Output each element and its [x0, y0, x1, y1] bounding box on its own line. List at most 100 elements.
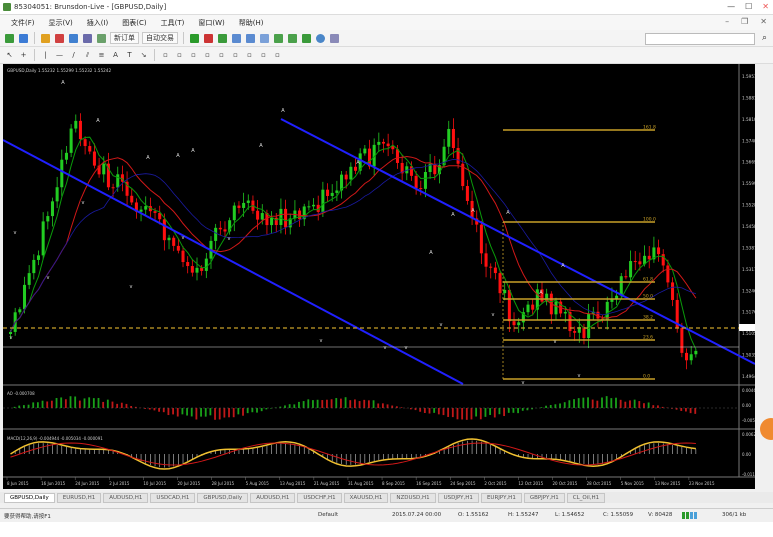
chart-tab[interactable]: EURUSD,H1 — [56, 492, 102, 503]
ao-histogram-bar — [675, 408, 678, 410]
chart-tab[interactable]: USDJPY,H1 — [437, 492, 479, 503]
menu-bar: 文件(F) 显示(V) 插入(I) 图表(C) 工具(T) 窗口(W) 帮助(H… — [0, 15, 773, 30]
period-m30[interactable]: ▫ — [202, 49, 213, 61]
menu-charts[interactable]: 图表(C) — [115, 18, 153, 28]
candle-body — [661, 254, 665, 266]
menu-file[interactable]: 文件(F) — [4, 18, 42, 28]
ao-histogram-bar — [685, 408, 687, 412]
ao-histogram-bar — [41, 400, 44, 408]
market-watch-button[interactable] — [40, 32, 51, 44]
ao-histogram-bar — [521, 408, 524, 411]
data-window-button[interactable] — [54, 32, 65, 44]
zoom-in-button[interactable] — [231, 32, 242, 44]
periods-button[interactable] — [315, 32, 326, 44]
search-input[interactable] — [645, 33, 755, 45]
menu-view[interactable]: 显示(V) — [42, 18, 80, 28]
chart-tab[interactable]: GBPJPY,H1 — [523, 492, 565, 503]
ao-histogram-bar — [605, 396, 608, 408]
ao-histogram-bar — [60, 397, 63, 408]
chart-tab[interactable]: USDCHF,H1 — [297, 492, 342, 503]
chart-tab[interactable]: EURJPY,H1 — [480, 492, 522, 503]
candle-body — [204, 258, 208, 271]
bar-chart-button[interactable] — [189, 32, 200, 44]
period-w1[interactable]: ▫ — [258, 49, 269, 61]
period-h4[interactable]: ▫ — [230, 49, 241, 61]
chart-tab[interactable]: AUDUSD,H1 — [103, 492, 149, 503]
mdi-close-button[interactable]: ✕ — [760, 17, 767, 26]
autoscroll-button[interactable] — [273, 32, 284, 44]
period-mn[interactable]: ▫ — [272, 49, 283, 61]
profiles-button[interactable] — [18, 32, 29, 44]
vertical-line-tool[interactable]: | — [40, 49, 51, 61]
auto-trading-label: 自动交易 — [146, 34, 174, 42]
zoom-out-button[interactable] — [245, 32, 256, 44]
ao-histogram-bar — [32, 402, 35, 408]
profiles-icon — [19, 33, 28, 43]
new-order-button[interactable]: 新订单 — [110, 32, 139, 44]
chart-tab[interactable]: CL_Oil,H1 — [566, 492, 606, 503]
chart-tab[interactable]: XAUUSD,H1 — [343, 492, 389, 503]
period-h1[interactable]: ▫ — [216, 49, 227, 61]
candle-body — [605, 301, 609, 320]
ao-histogram-bar — [563, 402, 566, 408]
period-d1[interactable]: ▫ — [244, 49, 255, 61]
indicators-button[interactable] — [301, 32, 312, 44]
candle-body — [326, 189, 330, 196]
market-watch-icon — [41, 33, 50, 43]
line-chart-button[interactable] — [217, 32, 228, 44]
fibonacci-tool[interactable]: ≡ — [96, 49, 107, 61]
chart-tab[interactable]: AUDUSD,H1 — [250, 492, 296, 503]
menu-window[interactable]: 窗口(W) — [191, 18, 231, 28]
tester-button[interactable] — [96, 32, 107, 44]
chart-tab[interactable]: GBPUSD,Daily — [197, 492, 249, 503]
candlestick-button[interactable] — [203, 32, 214, 44]
mdi-minimize-button[interactable]: – — [725, 17, 729, 26]
menu-help[interactable]: 帮助(H) — [232, 18, 271, 28]
menu-tools[interactable]: 工具(T) — [154, 18, 192, 28]
bar-chart-icon — [190, 33, 199, 43]
trendline-tool[interactable]: / — [68, 49, 79, 61]
auto-trading-button[interactable]: 自动交易 — [142, 32, 178, 44]
candle-body — [102, 163, 106, 175]
menu-insert[interactable]: 插入(I) — [80, 18, 116, 28]
horizontal-line-tool[interactable]: — — [54, 49, 65, 61]
chart-tab[interactable]: GBPUSD,Daily — [4, 492, 55, 503]
search-icon[interactable]: ⌕ — [762, 33, 767, 43]
status-high: H: 1.55247 — [508, 512, 539, 518]
close-button[interactable]: ✕ — [762, 2, 769, 11]
cursor-tool[interactable]: ↖ — [4, 49, 15, 61]
ao-histogram-bar — [106, 399, 109, 408]
navigator-button[interactable] — [68, 32, 79, 44]
maximize-button[interactable]: ☐ — [745, 2, 752, 11]
period-m5[interactable]: ▫ — [174, 49, 185, 61]
chart-window[interactable]: 1.59515 1.58810 1.58105 1.57400 1.56695 1.559… — [2, 64, 763, 489]
minimize-button[interactable]: — — [727, 2, 735, 11]
ao-histogram-bar — [256, 408, 258, 413]
date-axis-label: 16 Jun 2015 — [41, 481, 66, 486]
tile-windows-button[interactable] — [259, 32, 270, 44]
macd-scale-label: -0.011566 — [742, 472, 755, 477]
chart-canvas[interactable]: 1.59515 1.58810 1.58105 1.57400 1.56695 1.559… — [2, 64, 763, 489]
channel-tool[interactable]: ⫽ — [82, 49, 93, 61]
terminal-button[interactable] — [82, 32, 93, 44]
fibonacci-level-label: 0.0 — [643, 374, 650, 380]
crosshair-tool[interactable]: + — [18, 49, 29, 61]
chart-shift-button[interactable] — [287, 32, 298, 44]
new-chart-button[interactable] — [4, 32, 15, 44]
candle-body — [270, 217, 274, 226]
chart-tab[interactable]: USDCAD,H1 — [150, 492, 196, 503]
period-m1[interactable]: ▫ — [160, 49, 171, 61]
period-m15[interactable]: ▫ — [188, 49, 199, 61]
chart-shift-icon — [288, 33, 297, 43]
ao-histogram-bar — [647, 402, 650, 408]
tester-icon — [97, 33, 106, 43]
text-tool[interactable]: A — [110, 49, 121, 61]
chart-tab[interactable]: NZDUSD,H1 — [390, 492, 436, 503]
arrow-tool[interactable]: ↘ — [138, 49, 149, 61]
mdi-restore-button[interactable]: ❐ — [741, 17, 748, 26]
ao-histogram-bar — [330, 399, 333, 408]
label-tool[interactable]: T — [124, 49, 135, 61]
templates-button[interactable] — [329, 32, 340, 44]
candle-body — [349, 166, 353, 180]
date-axis-label: 2 Oct 2015 — [484, 481, 507, 486]
